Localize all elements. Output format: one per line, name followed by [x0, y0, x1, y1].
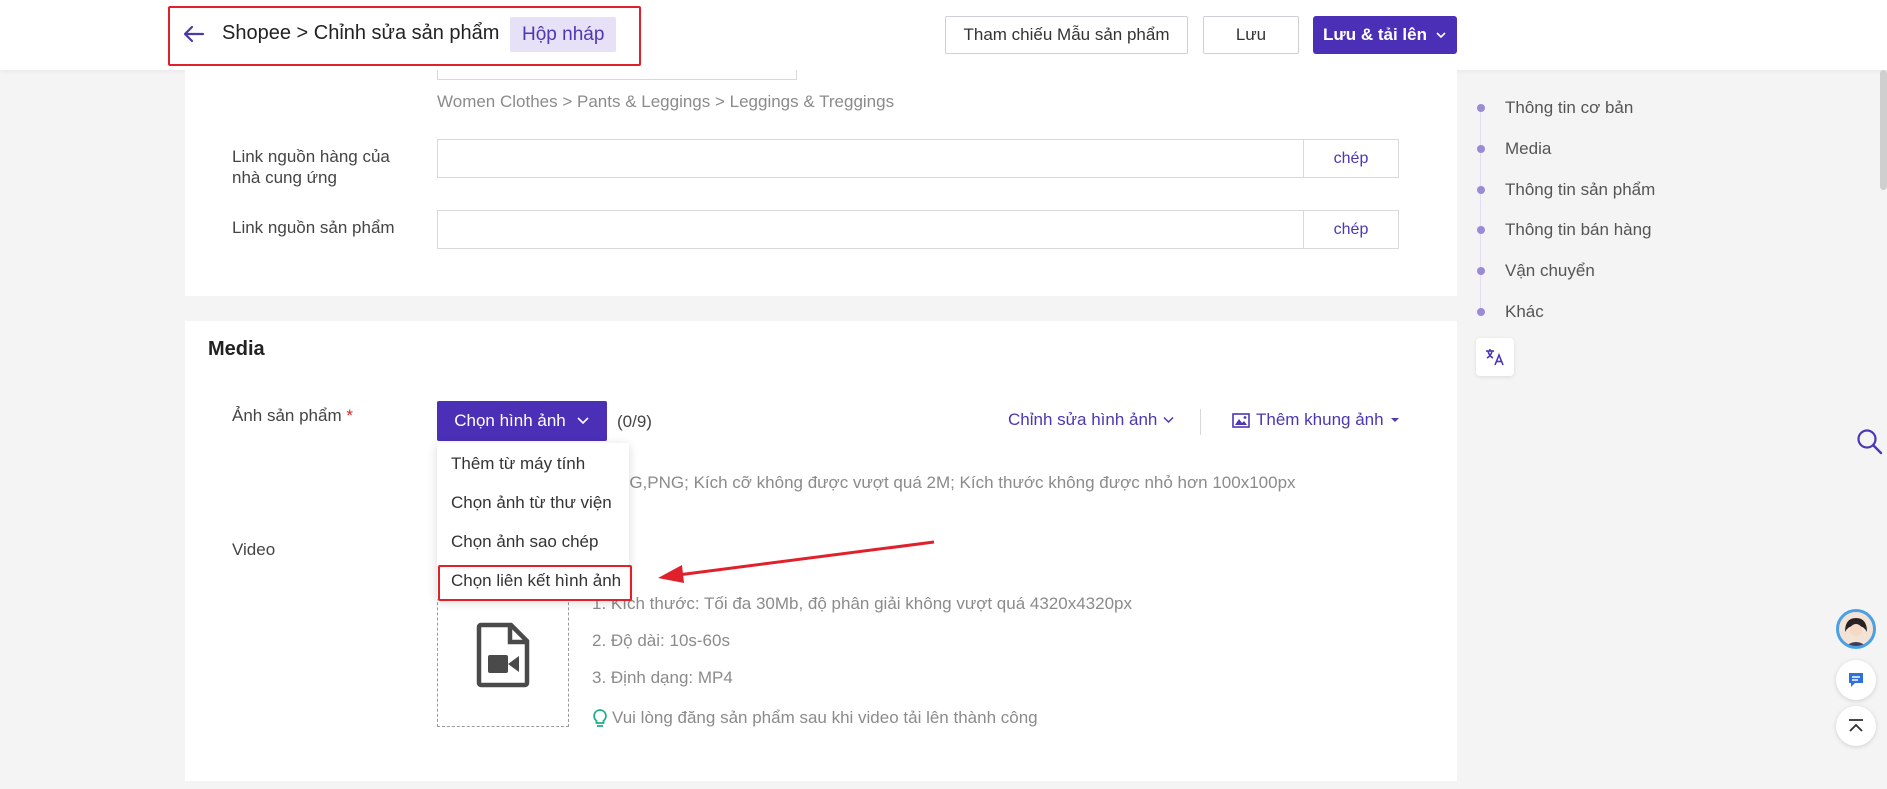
media-section-title: Media: [208, 338, 265, 360]
caret-down-icon: [1390, 418, 1399, 422]
product-copy-button[interactable]: chép: [1303, 211, 1398, 248]
nav-dot: [1477, 186, 1485, 194]
image-icon: [1232, 412, 1250, 428]
supplier-link-input[interactable]: [438, 140, 1303, 177]
product-link-input[interactable]: [438, 211, 1303, 248]
avatar-icon: [1839, 612, 1873, 646]
top-bar: Shopee > Chỉnh sửa sản phẩm Hộp nháp Tha…: [0, 0, 1887, 70]
supplier-copy-button[interactable]: chép: [1303, 140, 1398, 177]
menu-item-from-library[interactable]: Chọn ảnh từ thư viện: [451, 493, 612, 513]
product-images-label: Ảnh sản phẩm *: [232, 405, 353, 426]
nav-dot: [1477, 145, 1485, 153]
image-format-hint: EG,PNG; Kích cỡ không được vượt quá 2M; …: [618, 473, 1296, 492]
category-path: Women Clothes > Pants & Leggings > Leggi…: [437, 92, 895, 111]
nav-dot: [1477, 104, 1485, 112]
supplier-link-label: Link nguồn hàng của nhà cung ứng: [232, 147, 390, 187]
choose-images-label: Chọn hình ảnh: [454, 411, 566, 430]
video-label: Video: [232, 540, 276, 559]
image-count: (0/9): [617, 412, 652, 431]
draft-badge: Hộp nháp: [510, 17, 617, 52]
add-frame-dropdown[interactable]: Thêm khung ảnh: [1232, 410, 1400, 430]
nav-other[interactable]: Khác: [1505, 302, 1544, 322]
chevron-down-icon: [1163, 416, 1174, 424]
translate-button[interactable]: [1476, 338, 1514, 376]
nav-media[interactable]: Media: [1505, 139, 1551, 159]
image-link-highlight: [438, 565, 632, 601]
nav-shipping[interactable]: Vận chuyển: [1505, 261, 1595, 281]
video-requirement-length: 2. Độ dài: 10s-60s: [592, 631, 730, 650]
translate-icon: [1486, 349, 1504, 366]
save-upload-label: Lưu & tải lên: [1323, 25, 1427, 44]
product-images-label-text: Ảnh sản phẩm: [232, 406, 342, 425]
nav-product-info[interactable]: Thông tin sản phẩm: [1505, 180, 1655, 200]
chat-button[interactable]: [1836, 660, 1876, 700]
video-tip: Vui lòng đăng sản phẩm sau khi video tải…: [592, 708, 1038, 728]
back-to-top-button[interactable]: [1836, 706, 1876, 746]
category-select-bottom[interactable]: [437, 70, 797, 80]
video-upload-box[interactable]: [437, 582, 569, 727]
add-frame-label: Thêm khung ảnh: [1256, 410, 1384, 429]
edit-images-label: Chỉnh sửa hình ảnh: [1008, 410, 1158, 429]
toolbar-divider: [1200, 409, 1201, 435]
video-tip-text: Vui lòng đăng sản phẩm sau khi video tải…: [612, 708, 1038, 727]
choose-images-button[interactable]: Chọn hình ảnh: [437, 401, 607, 441]
video-file-icon: [476, 622, 530, 687]
nav-dot: [1477, 308, 1485, 316]
reference-template-button[interactable]: Tham chiếu Mẫu sản phẩm: [945, 16, 1188, 54]
edit-images-dropdown[interactable]: Chỉnh sửa hình ảnh: [1008, 410, 1174, 430]
nav-dot: [1477, 226, 1485, 234]
back-to-top-icon: [1849, 719, 1863, 732]
annotation-arrow-icon: [658, 540, 935, 583]
menu-item-from-computer[interactable]: Thêm từ máy tính: [451, 454, 585, 474]
chevron-down-icon: [577, 417, 589, 425]
nav-timeline: [1480, 108, 1481, 313]
nav-sales-info[interactable]: Thông tin bán hàng: [1505, 220, 1652, 240]
chat-icon: [1849, 673, 1863, 687]
menu-item-copied-images[interactable]: Chọn ảnh sao chép: [451, 532, 598, 552]
product-link-group: chép: [437, 210, 1399, 249]
breadcrumb: Shopee > Chỉnh sửa sản phẩm: [222, 22, 500, 44]
chevron-down-icon: [1436, 32, 1446, 39]
product-link-label: Link nguồn sản phẩm: [232, 218, 395, 237]
save-upload-button[interactable]: Lưu & tải lên: [1313, 16, 1457, 54]
required-mark: *: [346, 406, 353, 425]
lightbulb-icon: [593, 709, 607, 727]
supplier-link-group: chép: [437, 139, 1399, 178]
support-avatar[interactable]: [1836, 609, 1876, 649]
nav-dot: [1477, 267, 1485, 275]
search-icon[interactable]: [1856, 428, 1884, 456]
page-scrollbar[interactable]: [1880, 70, 1887, 190]
video-requirement-format: 3. Định dạng: MP4: [592, 668, 733, 687]
nav-basic-info[interactable]: Thông tin cơ bản: [1505, 98, 1633, 118]
video-requirement-size: 1. Kích thước: Tối đa 30Mb, độ phân giải…: [592, 594, 1132, 613]
save-button[interactable]: Lưu: [1203, 16, 1299, 54]
arrow-left-icon[interactable]: [182, 22, 206, 46]
